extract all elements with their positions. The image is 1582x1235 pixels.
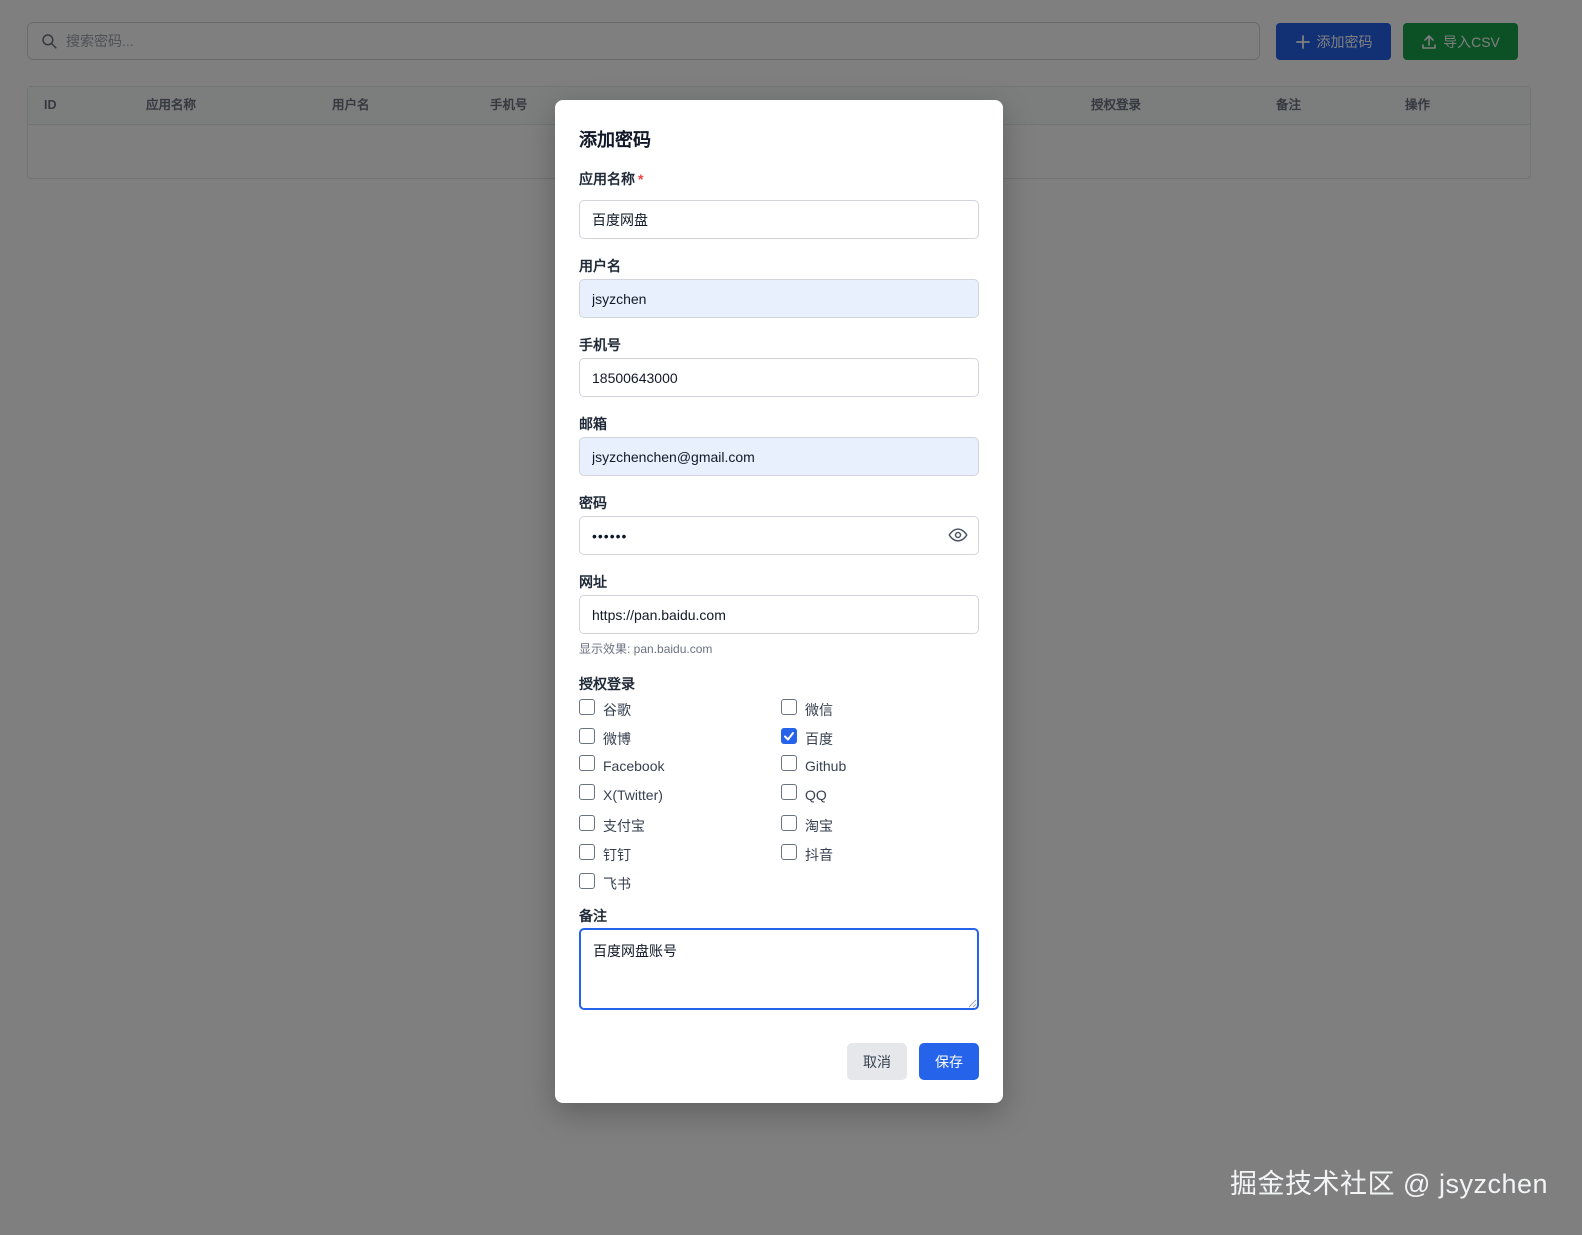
auth-login-label: 授权登录 [579,676,635,692]
auth-option[interactable]: 飞书 [579,873,631,894]
auth-option[interactable]: 钉钉 [579,844,631,865]
url-label: 网址 [579,574,607,590]
auth-option[interactable]: 微博 [579,728,631,749]
checkbox[interactable] [781,699,797,715]
url-display-hint: 显示效果: pan.baidu.com [579,642,713,656]
auth-option[interactable]: 百度 [781,728,833,749]
note-label: 备注 [579,908,607,924]
email-input[interactable] [579,437,979,476]
auth-option[interactable]: 支付宝 [579,815,645,836]
auth-option[interactable]: Github [781,755,847,774]
auth-option-label: 谷歌 [603,702,631,718]
auth-option-label: Facebook [603,758,665,774]
checkbox[interactable] [579,755,595,771]
watermark: 掘金技术社区 @ jsyzchen [1230,1169,1548,1199]
auth-option-label: 淘宝 [805,818,833,834]
username-label: 用户名 [579,258,621,274]
auth-option[interactable]: 抖音 [781,844,833,865]
checkbox[interactable] [781,755,797,771]
auth-option-label: 飞书 [603,876,631,892]
checkbox[interactable] [781,784,797,800]
resize-handle-icon[interactable] [967,998,977,1008]
auth-option-label: 微博 [603,731,631,747]
checkbox[interactable] [579,699,595,715]
password-field [579,516,979,555]
phone-input[interactable] [579,358,979,397]
auth-option-label: 抖音 [805,847,833,863]
checkbox[interactable] [579,873,595,889]
phone-label: 手机号 [579,337,621,353]
auth-option-label: Github [805,758,847,774]
email-label: 邮箱 [579,416,607,432]
username-input[interactable] [579,279,979,318]
checkbox-checked[interactable] [781,728,797,744]
auth-option-label: 百度 [805,731,833,747]
auth-option[interactable]: 微信 [781,699,833,720]
checkbox[interactable] [579,815,595,831]
checkbox[interactable] [579,784,595,800]
add-password-dialog: 添加密码 应用名称* 用户名 手机号 邮箱 密码 网址 显示效果: pan.ba… [555,100,1003,1103]
cancel-button[interactable]: 取消 [847,1043,907,1080]
auth-option[interactable]: Facebook [579,755,665,774]
auth-option-label: 微信 [805,702,833,718]
app-name-label: 应用名称 * [579,169,643,189]
auth-option-label: 支付宝 [603,818,645,834]
password-input[interactable] [579,516,979,555]
eye-icon[interactable] [947,525,969,545]
auth-option[interactable]: 淘宝 [781,815,833,836]
checkbox[interactable] [579,728,595,744]
required-mark: * [638,171,644,187]
auth-option[interactable]: QQ [781,784,827,803]
save-button[interactable]: 保存 [919,1043,979,1080]
auth-option[interactable]: X(Twitter) [579,784,663,803]
note-textarea[interactable]: 百度网盘账号 [579,928,979,1010]
app-name-label-text: 应用名称 [579,171,635,187]
auth-option-label: 钉钉 [603,847,631,863]
auth-option-label: QQ [805,787,827,803]
checkbox[interactable] [579,844,595,860]
auth-option[interactable]: 谷歌 [579,699,631,720]
dialog-title: 添加密码 [579,130,651,150]
url-input[interactable] [579,595,979,634]
auth-option-label: X(Twitter) [603,787,663,803]
password-label: 密码 [579,495,607,511]
checkbox[interactable] [781,815,797,831]
app-name-input[interactable] [579,200,979,239]
checkbox[interactable] [781,844,797,860]
checkmark-icon [784,732,794,741]
